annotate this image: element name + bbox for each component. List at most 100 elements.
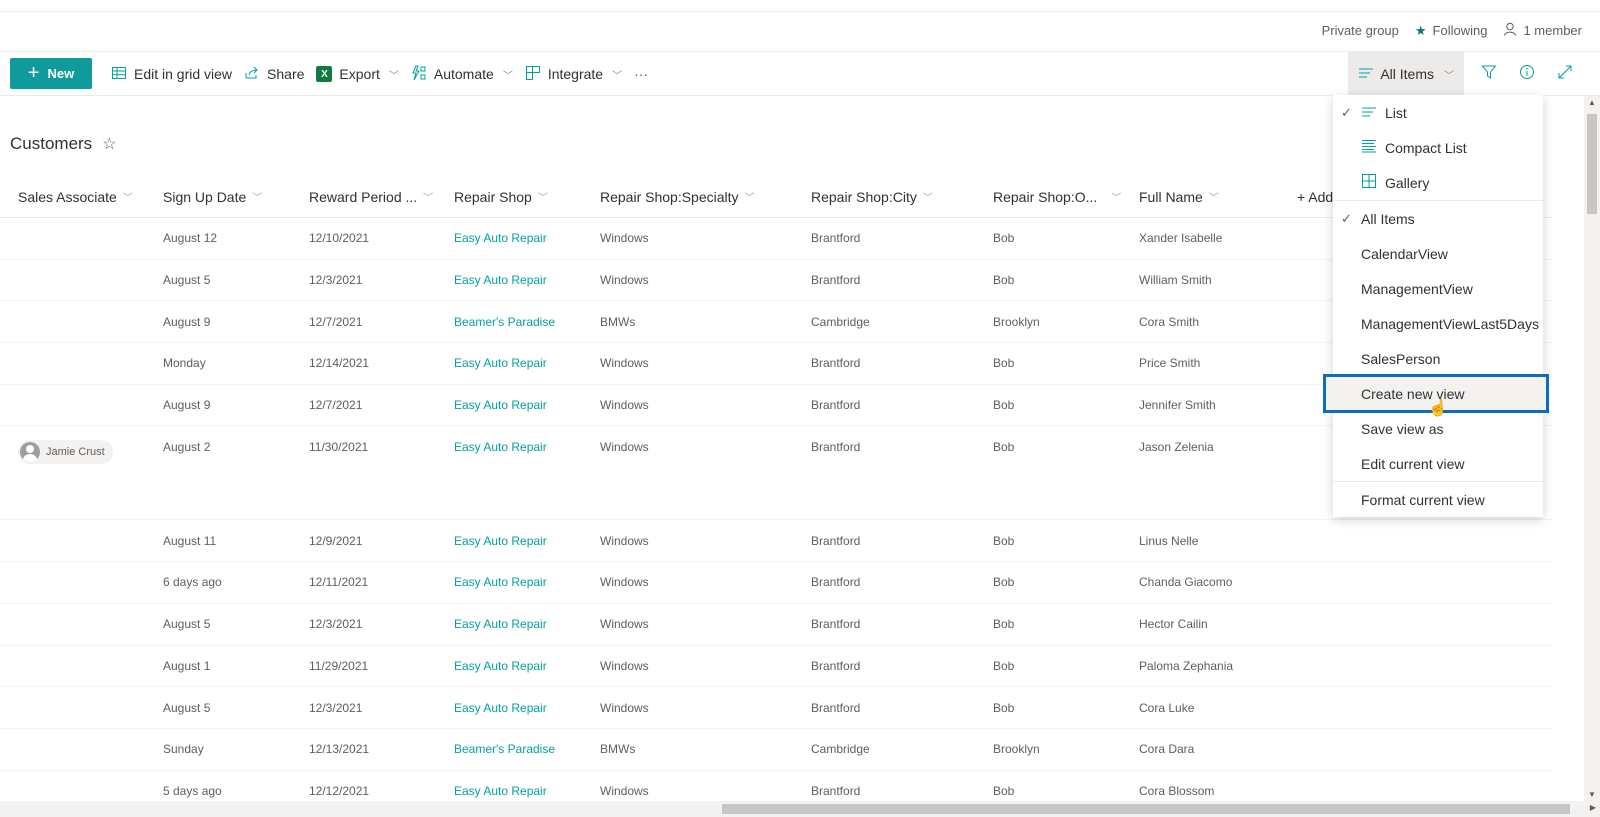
menu-item-label: SalesPerson <box>1361 350 1441 367</box>
edit-grid-view-button[interactable]: Edit in grid view <box>105 52 238 96</box>
automate-button[interactable]: Automate ﹀ <box>405 52 519 96</box>
avatar <box>20 442 40 463</box>
column-header-repair-shop[interactable]: Repair Shop ﹀ <box>436 189 582 205</box>
repair-shop-link[interactable]: Easy Auto Repair <box>454 784 547 798</box>
cell-shop[interactable]: Easy Auto Repair <box>436 784 582 798</box>
scroll-down-icon[interactable]: ▼ <box>1588 790 1596 799</box>
cell-text: Bob <box>993 440 1015 455</box>
menu-item-edit-current-view[interactable]: Edit current view <box>1333 446 1543 481</box>
table-row[interactable]: August 12 12/10/2021 Easy Auto Repair Windo… <box>0 218 1552 260</box>
cell-shop[interactable]: Easy Auto Repair <box>436 231 582 245</box>
scroll-up-icon[interactable]: ▲ <box>1588 98 1596 107</box>
cell-signup: August 11 <box>145 534 291 548</box>
repair-shop-link[interactable]: Easy Auto Repair <box>454 440 547 454</box>
cell-owner: Bob <box>975 534 1121 548</box>
share-icon <box>244 65 260 84</box>
menu-item-managementview[interactable]: ManagementView <box>1333 271 1543 306</box>
info-button[interactable] <box>1508 52 1546 96</box>
cell-shop[interactable]: Easy Auto Repair <box>436 398 582 412</box>
cell-shop[interactable]: Easy Auto Repair <box>436 273 582 287</box>
menu-item-format-current-view[interactable]: Format current view <box>1333 482 1543 517</box>
table-row[interactable]: Monday 12/14/2021 Easy Auto Repair Windows B… <box>0 343 1552 385</box>
integrate-button[interactable]: Integrate ﹀ <box>519 52 628 96</box>
column-header-owner[interactable]: Repair Shop:O... ﹀ <box>975 189 1121 205</box>
fullscreen-button[interactable] <box>1546 52 1584 96</box>
menu-item-list[interactable]: ✓ List <box>1333 95 1543 130</box>
cell-city: Brantford <box>793 617 975 631</box>
cell-text: Hector Cailin <box>1139 617 1208 632</box>
cell-text: Bob <box>993 273 1015 288</box>
column-header-specialty[interactable]: Repair Shop:Specialty ﹀ <box>582 189 793 205</box>
cell-associate: Jamie Crust <box>0 440 145 465</box>
repair-shop-link[interactable]: Beamer's Paradise <box>454 742 555 756</box>
table-row[interactable]: August 9 12/7/2021 Easy Auto Repair Windows… <box>0 385 1552 427</box>
repair-shop-link[interactable]: Easy Auto Repair <box>454 534 547 548</box>
cell-shop[interactable]: Easy Auto Repair <box>436 534 582 548</box>
table-row[interactable]: August 9 12/7/2021 Beamer's Paradise BMWs Ca… <box>0 301 1552 344</box>
repair-shop-link[interactable]: Easy Auto Repair <box>454 356 547 370</box>
new-button[interactable]: + New <box>10 58 92 89</box>
repair-shop-link[interactable]: Easy Auto Repair <box>454 273 547 287</box>
view-switcher-button[interactable]: All Items ﹀ <box>1348 52 1464 96</box>
repair-shop-link[interactable]: Easy Auto Repair <box>454 398 547 412</box>
view-options-menu: ✓ List Compact List Gallery ✓ All Items Calen… <box>1323 95 1549 517</box>
members-button[interactable]: 1 member <box>1503 22 1582 39</box>
cell-shop[interactable]: Easy Auto Repair <box>436 617 582 631</box>
table-row[interactable]: August 5 12/3/2021 Easy Auto Repair Windows… <box>0 604 1552 646</box>
cell-shop[interactable]: Easy Auto Repair <box>436 575 582 589</box>
repair-shop-link[interactable]: Easy Auto Repair <box>454 575 547 589</box>
cell-reward: 12/10/2021 <box>291 231 436 245</box>
menu-item-gallery[interactable]: Gallery <box>1333 165 1543 200</box>
repair-shop-link[interactable]: Easy Auto Repair <box>454 659 547 673</box>
column-header-sales-associate[interactable]: Sales Associate ﹀ <box>0 189 145 205</box>
favorite-star-icon[interactable]: ☆ <box>102 134 116 154</box>
repair-shop-link[interactable]: Easy Auto Repair <box>454 617 547 631</box>
cell-text: Paloma Zephania <box>1139 658 1234 673</box>
export-button[interactable]: X Export ﹀ <box>310 52 404 96</box>
column-header-sign-up-date[interactable]: Sign Up Date ﹀ <box>145 189 291 205</box>
members-label: 1 member <box>1523 23 1582 38</box>
vertical-scroll-thumb[interactable] <box>1587 114 1597 214</box>
cell-text: Bob <box>993 356 1015 371</box>
cell-shop[interactable]: Easy Auto Repair <box>436 440 582 454</box>
menu-item-compact-list[interactable]: Compact List <box>1333 130 1543 165</box>
horizontal-scroll-thumb[interactable] <box>722 804 1570 814</box>
menu-item-salesperson[interactable]: SalesPerson <box>1333 341 1543 376</box>
column-header-full-name[interactable]: Full Name ﹀ <box>1121 189 1265 205</box>
chevron-down-icon: ﹀ <box>537 193 548 204</box>
column-header-reward-period[interactable]: Reward Period ... ﹀ <box>291 189 436 205</box>
scroll-right-icon[interactable]: ▶ <box>1590 803 1596 812</box>
share-button[interactable]: Share <box>238 52 310 96</box>
table-row[interactable]: 6 days ago 12/11/2021 Easy Auto Repair Wind… <box>0 562 1552 604</box>
cell-text: August 9 <box>163 398 211 413</box>
more-button[interactable]: ··· <box>628 52 654 96</box>
repair-shop-link[interactable]: Easy Auto Repair <box>454 701 547 715</box>
cell-text: William Smith <box>1139 273 1212 288</box>
following-button[interactable]: ★ Following <box>1415 23 1488 39</box>
cell-city: Brantford <box>793 534 975 548</box>
repair-shop-link[interactable]: Easy Auto Repair <box>454 231 547 245</box>
cell-shop[interactable]: Easy Auto Repair <box>436 356 582 370</box>
table-row[interactable]: Jamie Crust August 2 11/30/2021 Easy Auto R… <box>0 426 1552 521</box>
filter-button[interactable] <box>1470 52 1508 96</box>
cell-signup: August 9 <box>145 398 291 412</box>
horizontal-scrollbar[interactable]: ▶ <box>0 801 1600 817</box>
table-row[interactable]: August 11 12/9/2021 Easy Auto Repair Window… <box>0 520 1552 563</box>
table-row[interactable]: Sunday 12/13/2021 Beamer's Paradise BMWs Cam… <box>0 729 1552 771</box>
table-row[interactable]: August 1 11/29/2021 Easy Auto Repair Window… <box>0 646 1552 688</box>
cell-shop[interactable]: Beamer's Paradise <box>436 742 582 756</box>
cell-shop[interactable]: Beamer's Paradise <box>436 315 582 329</box>
menu-item-calendarview[interactable]: CalendarView <box>1333 236 1543 271</box>
vertical-scrollbar[interactable]: ▲ ▼ <box>1584 96 1600 801</box>
menu-item-managementviewlast5days[interactable]: ManagementViewLast5Days <box>1333 306 1543 341</box>
table-row[interactable]: August 5 12/3/2021 Easy Auto Repair Windows… <box>0 260 1552 302</box>
repair-shop-link[interactable]: Beamer's Paradise <box>454 315 555 329</box>
column-header-city[interactable]: Repair Shop:City ﹀ <box>793 189 975 205</box>
cell-owner: Brooklyn <box>975 742 1121 756</box>
table-row[interactable]: August 5 12/3/2021 Easy Auto Repair Windows… <box>0 687 1552 729</box>
cell-shop[interactable]: Easy Auto Repair <box>436 701 582 715</box>
person-chip[interactable]: Jamie Crust <box>18 440 113 465</box>
cell-name: Chanda Giacomo <box>1121 575 1265 589</box>
menu-item-all-items[interactable]: ✓ All Items <box>1333 201 1543 236</box>
cell-shop[interactable]: Easy Auto Repair <box>436 659 582 673</box>
